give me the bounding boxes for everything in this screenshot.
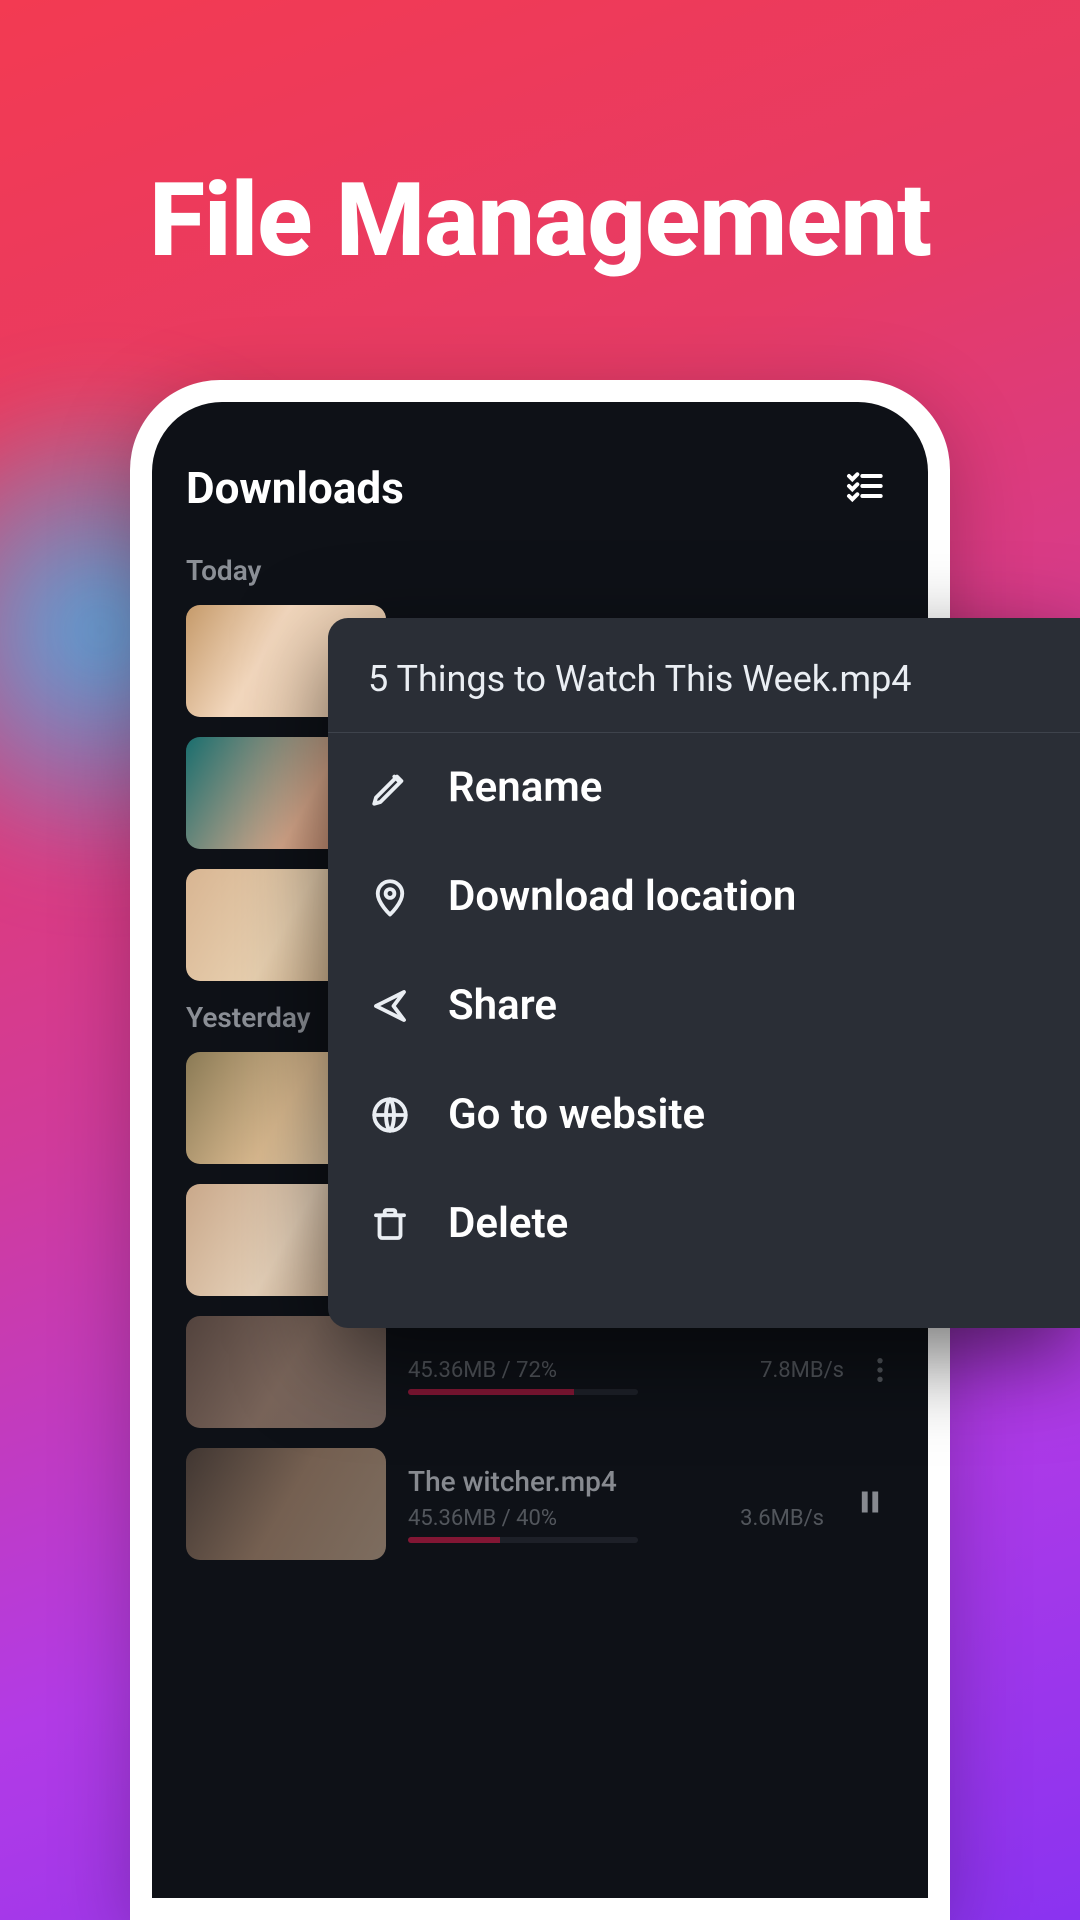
- menu-item-label: Download location: [448, 872, 796, 921]
- menu-item-rename[interactable]: Rename: [328, 733, 1080, 842]
- pause-button[interactable]: [846, 1478, 894, 1530]
- section-label-today: Today: [186, 554, 894, 587]
- menu-item-label: Share: [448, 981, 557, 1030]
- promo-background: File Management Downloads Today: [0, 0, 1080, 1920]
- download-row[interactable]: The witcher.mp4 45.36MB / 40% 3.6MB/s: [186, 1448, 894, 1560]
- trash-icon: [368, 1202, 412, 1246]
- select-list-icon[interactable]: [834, 456, 894, 520]
- download-meta: 45.36MB / 40% 3.6MB/s: [408, 1506, 824, 1531]
- share-icon: [368, 984, 412, 1028]
- download-info: 45.36MB / 72% 7.8MB/s: [408, 1350, 844, 1395]
- hero-title: File Management: [0, 160, 1080, 280]
- video-thumbnail: [186, 1448, 386, 1560]
- menu-item-label: Go to website: [448, 1090, 705, 1139]
- menu-item-delete[interactable]: Delete: [328, 1169, 1080, 1278]
- context-menu-title: 5 Things to Watch This Week.mp4: [328, 658, 1080, 733]
- menu-item-share[interactable]: Share: [328, 951, 1080, 1060]
- video-thumbnail: [186, 1316, 386, 1428]
- menu-item-download-location[interactable]: Download location: [328, 842, 1080, 951]
- download-filename: The witcher.mp4: [408, 1465, 824, 1498]
- menu-item-label: Rename: [448, 763, 602, 812]
- download-row[interactable]: 45.36MB / 72% 7.8MB/s: [186, 1316, 894, 1428]
- screen-header: Downloads: [186, 456, 894, 520]
- download-meta: 45.36MB / 72% 7.8MB/s: [408, 1358, 844, 1383]
- location-icon: [368, 875, 412, 919]
- more-icon[interactable]: [866, 1346, 894, 1398]
- globe-icon: [368, 1093, 412, 1137]
- progress-bar: [408, 1389, 638, 1395]
- context-menu: 5 Things to Watch This Week.mp4 Rename D…: [328, 618, 1080, 1328]
- pencil-icon: [368, 766, 412, 810]
- progress-bar: [408, 1537, 638, 1543]
- menu-item-label: Delete: [448, 1199, 568, 1248]
- page-title: Downloads: [186, 462, 404, 514]
- download-info: The witcher.mp4 45.36MB / 40% 3.6MB/s: [408, 1465, 824, 1543]
- menu-item-go-to-website[interactable]: Go to website: [328, 1060, 1080, 1169]
